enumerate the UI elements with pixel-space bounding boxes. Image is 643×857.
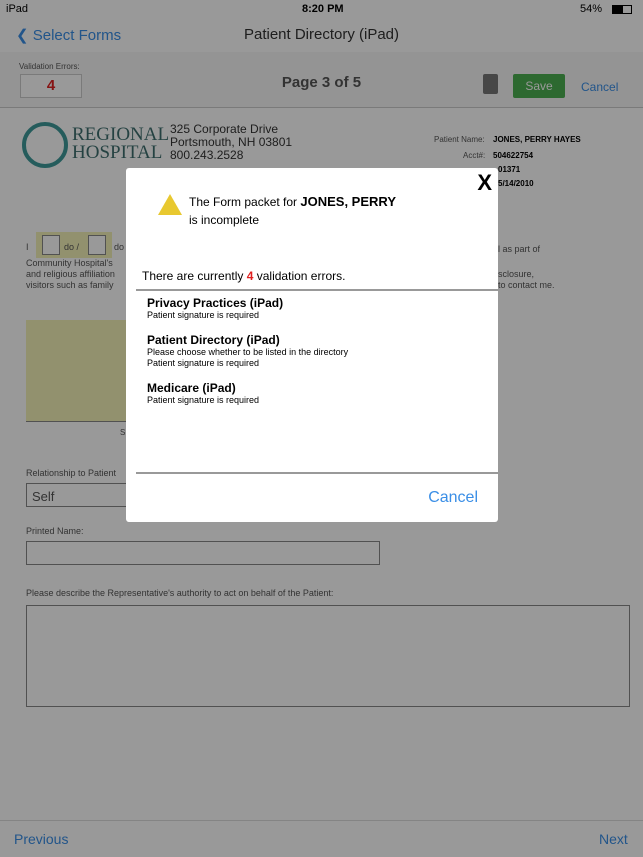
divider [136, 472, 498, 474]
warning-icon [158, 194, 182, 215]
close-button[interactable]: X [477, 170, 492, 196]
error-list: Privacy Practices (iPad) Patient signatur… [147, 297, 348, 406]
dialog-message: The Form packet for JONES, PERRY is inco… [189, 194, 396, 227]
dialog-patient: JONES, PERRY [300, 194, 396, 209]
error-group: Patient Directory (iPad) Please choose wh… [147, 333, 349, 369]
divider [136, 289, 498, 291]
dialog-cancel-button[interactable]: Cancel [428, 489, 478, 507]
error-count: 4 [246, 269, 254, 283]
validation-dialog: X The Form packet for JONES, PERRY is in… [126, 168, 498, 522]
error-count-text: There are currently 4 validation errors. [142, 269, 346, 283]
error-group: Medicare (iPad) Patient signature is requ… [147, 381, 260, 406]
error-group: Privacy Practices (iPad) Patient signatur… [147, 296, 284, 321]
